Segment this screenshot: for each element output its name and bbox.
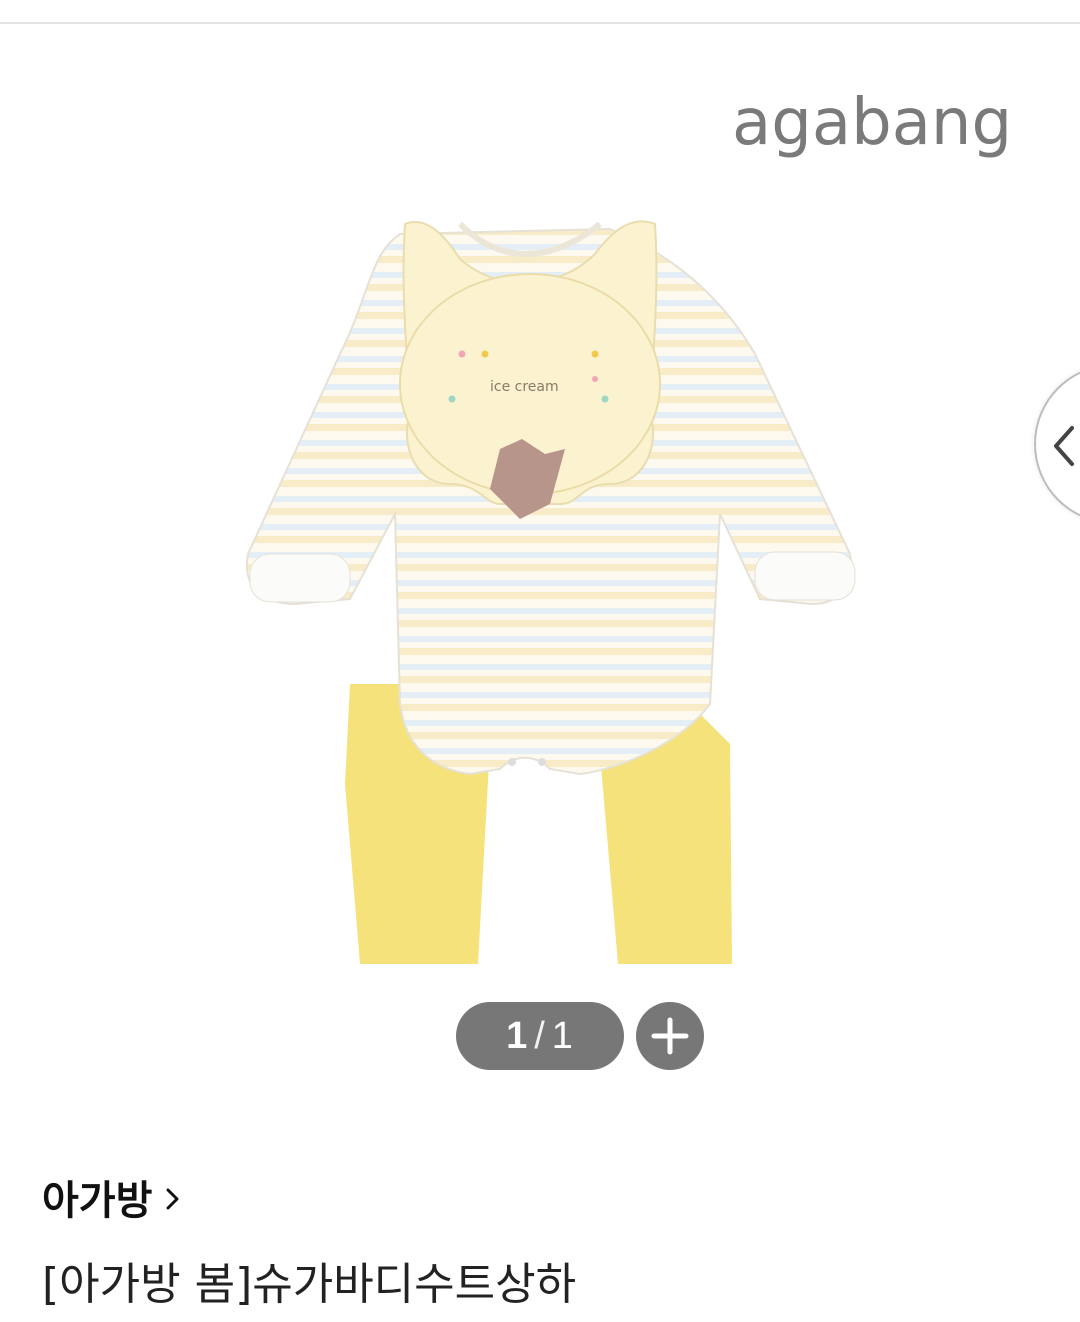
total-pages: 1 [551,1014,574,1057]
image-page-counter: 1 / 1 [456,1002,624,1070]
product-image: ice cream [245,220,856,964]
page-separator: / [534,1014,546,1057]
current-page: 1 [506,1014,529,1057]
chevron-right-icon [166,1188,179,1210]
brand-logo-text: agabang [732,86,1012,160]
zoom-button[interactable] [636,1002,704,1070]
chevron-left-icon [1054,426,1074,466]
top-divider [0,0,1080,24]
brand-name: 아가방 [42,1178,153,1224]
product-image-gallery[interactable]: agabang ice cream 1 / 1 [0,24,1080,1084]
brand-link[interactable]: 아가방 [42,1168,180,1226]
bib-text: ice cream [490,379,559,395]
brand-logo: agabang [732,86,1012,160]
plus-icon [651,1017,689,1055]
product-title: [아가방 봄]슈가바디수트상하 [42,1259,577,1310]
prev-image-button[interactable] [1034,364,1080,524]
